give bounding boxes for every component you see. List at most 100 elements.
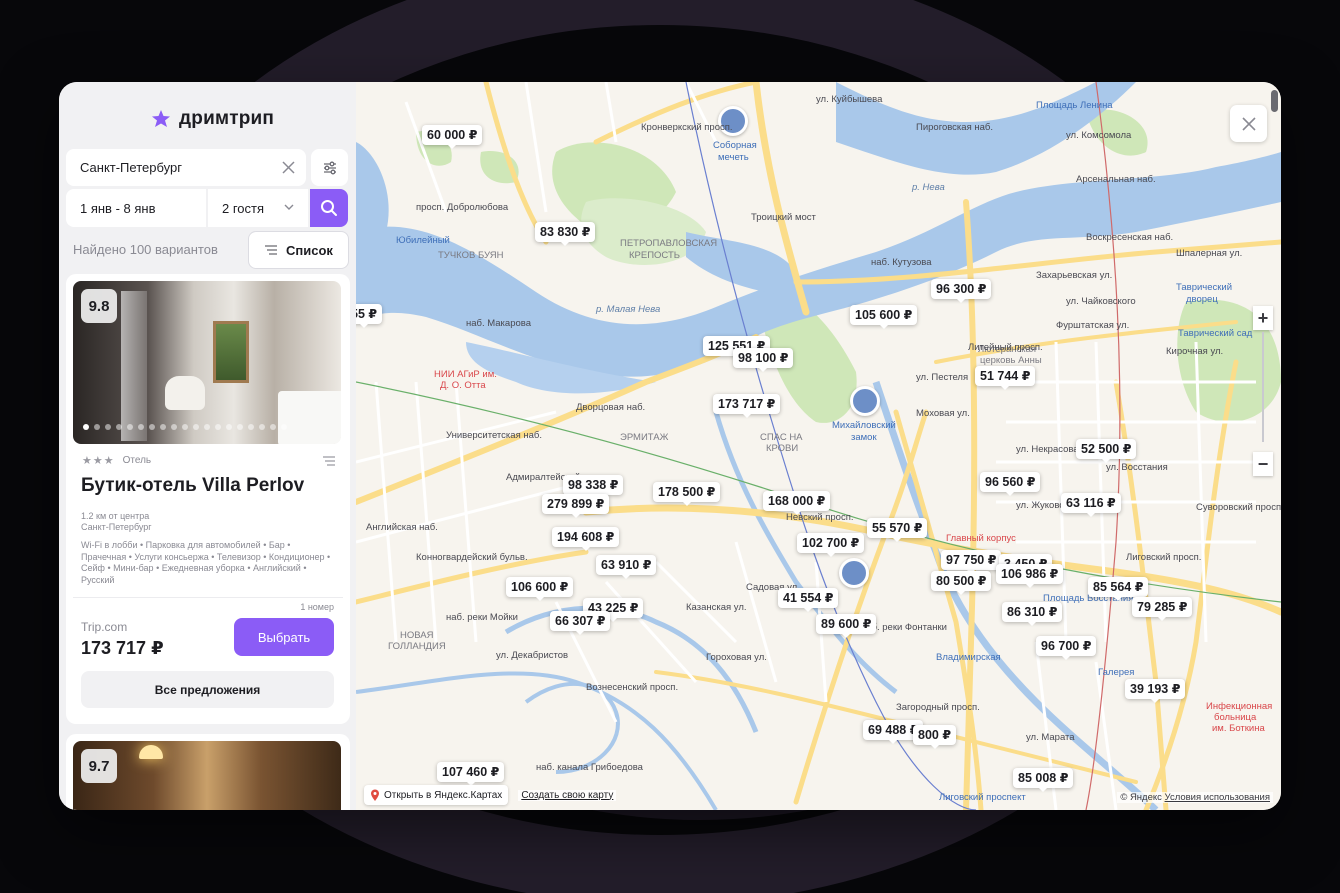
price-pin[interactable]: 52 500 ₽: [1076, 439, 1137, 463]
price-pin[interactable]: 66 307 ₽: [550, 611, 611, 635]
pagination-dot[interactable]: [116, 424, 122, 430]
price-pin[interactable]: 63 910 ₽: [596, 555, 657, 579]
price-pin[interactable]: 60 000 ₽: [422, 125, 483, 149]
pagination-dot[interactable]: [237, 424, 243, 430]
hotel-photo[interactable]: 9.8: [73, 281, 341, 444]
pagination-dot[interactable]: [138, 424, 144, 430]
pagination-dot[interactable]: [226, 424, 232, 430]
pagination-dot[interactable]: [215, 424, 221, 430]
close-map-button[interactable]: [1230, 105, 1267, 142]
map-label-poi: НИИ АГиР им.: [434, 369, 497, 380]
photo-pagination[interactable]: [83, 424, 287, 430]
pagination-dot[interactable]: [204, 424, 210, 430]
zoom-in-button[interactable]: +: [1253, 306, 1273, 330]
logo[interactable]: дримтрип: [151, 104, 274, 134]
hotel-card[interactable]: 9.7: [66, 734, 350, 810]
pagination-dot[interactable]: [182, 424, 188, 430]
city-value: Санкт-Петербург: [80, 160, 182, 175]
map-label-street: ул. Декабристов: [496, 650, 569, 661]
price-pin[interactable]: 279 899 ₽: [542, 494, 610, 518]
map-label-street: ул. Некрасова: [1016, 444, 1079, 455]
price-pin[interactable]: 86 310 ₽: [1002, 602, 1063, 626]
map-label-street: Фурштатская ул.: [1056, 320, 1130, 331]
price-pin[interactable]: 102 700 ₽: [797, 533, 865, 557]
price-pin[interactable]: 96 300 ₽: [931, 279, 992, 303]
zoom-out-button[interactable]: −: [1253, 452, 1273, 476]
close-icon[interactable]: [281, 160, 296, 175]
price-pin[interactable]: 55 570 ₽: [867, 518, 928, 542]
price-pin[interactable]: 168 000 ₽: [763, 491, 831, 515]
pagination-dot[interactable]: [248, 424, 254, 430]
guests-select[interactable]: 2 гостя: [208, 189, 308, 227]
pagination-dot[interactable]: [281, 424, 287, 430]
price-pin[interactable]: 83 830 ₽: [535, 222, 596, 246]
pagination-dot[interactable]: [160, 424, 166, 430]
price-pin[interactable]: 39 193 ₽: [1125, 679, 1186, 703]
price-pin[interactable]: 106 600 ₽: [506, 577, 574, 601]
price-pin[interactable]: 107 460 ₽: [437, 762, 505, 786]
map-label-landmark: Соборная: [713, 140, 757, 151]
dates-input[interactable]: 1 янв - 8 янв: [66, 189, 206, 227]
pagination-dot[interactable]: [127, 424, 133, 430]
price-pin[interactable]: 79 285 ₽: [1132, 597, 1193, 621]
price-pin[interactable]: 63 116 ₽: [1061, 493, 1121, 517]
search-button[interactable]: [310, 189, 348, 227]
price-pin[interactable]: 178 500 ₽: [653, 482, 721, 506]
map-label-metro: Лиговский проспект: [939, 792, 1026, 803]
hotel-name[interactable]: Бутик-отель Villa Perlov: [81, 475, 304, 497]
map-label-street: ул. Чайковского: [1066, 296, 1136, 307]
price-pin[interactable]: 105 600 ₽: [850, 305, 918, 329]
map-label-street: Суворовский просп.: [1196, 502, 1281, 513]
landmark-marker[interactable]: [850, 386, 880, 416]
map-canvas[interactable]: [356, 82, 1281, 810]
price-pin[interactable]: 106 986 ₽: [996, 564, 1064, 588]
price-pin[interactable]: 800 ₽: [913, 725, 957, 749]
price-pin[interactable]: 89 600 ₽: [816, 614, 877, 638]
price-pin[interactable]: 55 ₽: [356, 304, 383, 328]
price-pin[interactable]: 173 717 ₽: [713, 394, 781, 418]
map-label-park: Таврический сад: [1178, 328, 1253, 339]
pagination-dot[interactable]: [171, 424, 177, 430]
pagination-dot[interactable]: [270, 424, 276, 430]
price-pin[interactable]: 41 554 ₽: [778, 588, 839, 612]
minus-icon: −: [1257, 453, 1269, 474]
price-pin[interactable]: 96 560 ₽: [980, 472, 1041, 496]
price-pin[interactable]: 194 608 ₽: [552, 527, 620, 551]
price-pin[interactable]: 85 008 ₽: [1013, 768, 1074, 792]
pagination-dot[interactable]: [105, 424, 111, 430]
filter-button[interactable]: [311, 149, 348, 186]
pagination-dot[interactable]: [259, 424, 265, 430]
open-in-yandex-button[interactable]: Открыть в Яндекс.Картах: [364, 785, 509, 805]
close-icon: [1241, 116, 1256, 131]
rating-badge: 9.7: [81, 749, 117, 783]
list-view-button[interactable]: Список: [248, 231, 349, 269]
price-pin[interactable]: 98 100 ₽: [733, 348, 794, 372]
terms-link[interactable]: Условия использования: [1165, 792, 1270, 803]
price-pin[interactable]: 51 744 ₽: [975, 366, 1036, 390]
all-offers-button[interactable]: Все предложения: [81, 671, 334, 708]
map-footer: Открыть в Яндекс.Картах Создать свою кар…: [364, 785, 617, 805]
zoom-slider[interactable]: [1262, 332, 1264, 442]
price-pin[interactable]: 85 564 ₽: [1088, 577, 1149, 601]
pagination-dot[interactable]: [149, 424, 155, 430]
price-pin[interactable]: 97 750 ₽: [941, 550, 1002, 574]
map-label-landmark: ЭРМИТАЖ: [620, 432, 669, 443]
price-pin[interactable]: 80 500 ₽: [931, 571, 992, 595]
pagination-dot[interactable]: [94, 424, 100, 430]
create-map-link[interactable]: Создать свою карту: [518, 789, 617, 801]
choose-button[interactable]: Выбрать: [234, 618, 334, 656]
hotel-photo[interactable]: 9.7: [73, 741, 341, 810]
map-label-landmark: замок: [851, 432, 877, 443]
landmark-marker[interactable]: [839, 558, 869, 588]
map-label-street: Гороховая ул.: [706, 652, 767, 663]
map-view[interactable]: Площадь Ленина Соборная мечеть ПЕТРОПАВЛ…: [356, 82, 1281, 810]
price-pin[interactable]: 98 338 ₽: [563, 475, 624, 499]
pagination-dot[interactable]: [193, 424, 199, 430]
hotel-card[interactable]: 9.8 ★★★ Отель Бутик-отель Villa Perlov 1…: [66, 274, 350, 724]
city-input[interactable]: Санкт-Петербург: [66, 149, 306, 186]
pagination-dot[interactable]: [83, 424, 89, 430]
list-icon[interactable]: [322, 456, 336, 466]
price-pin[interactable]: 96 700 ₽: [1036, 636, 1097, 660]
map-scrollbar[interactable]: [1271, 90, 1278, 112]
list-icon: [265, 245, 278, 255]
